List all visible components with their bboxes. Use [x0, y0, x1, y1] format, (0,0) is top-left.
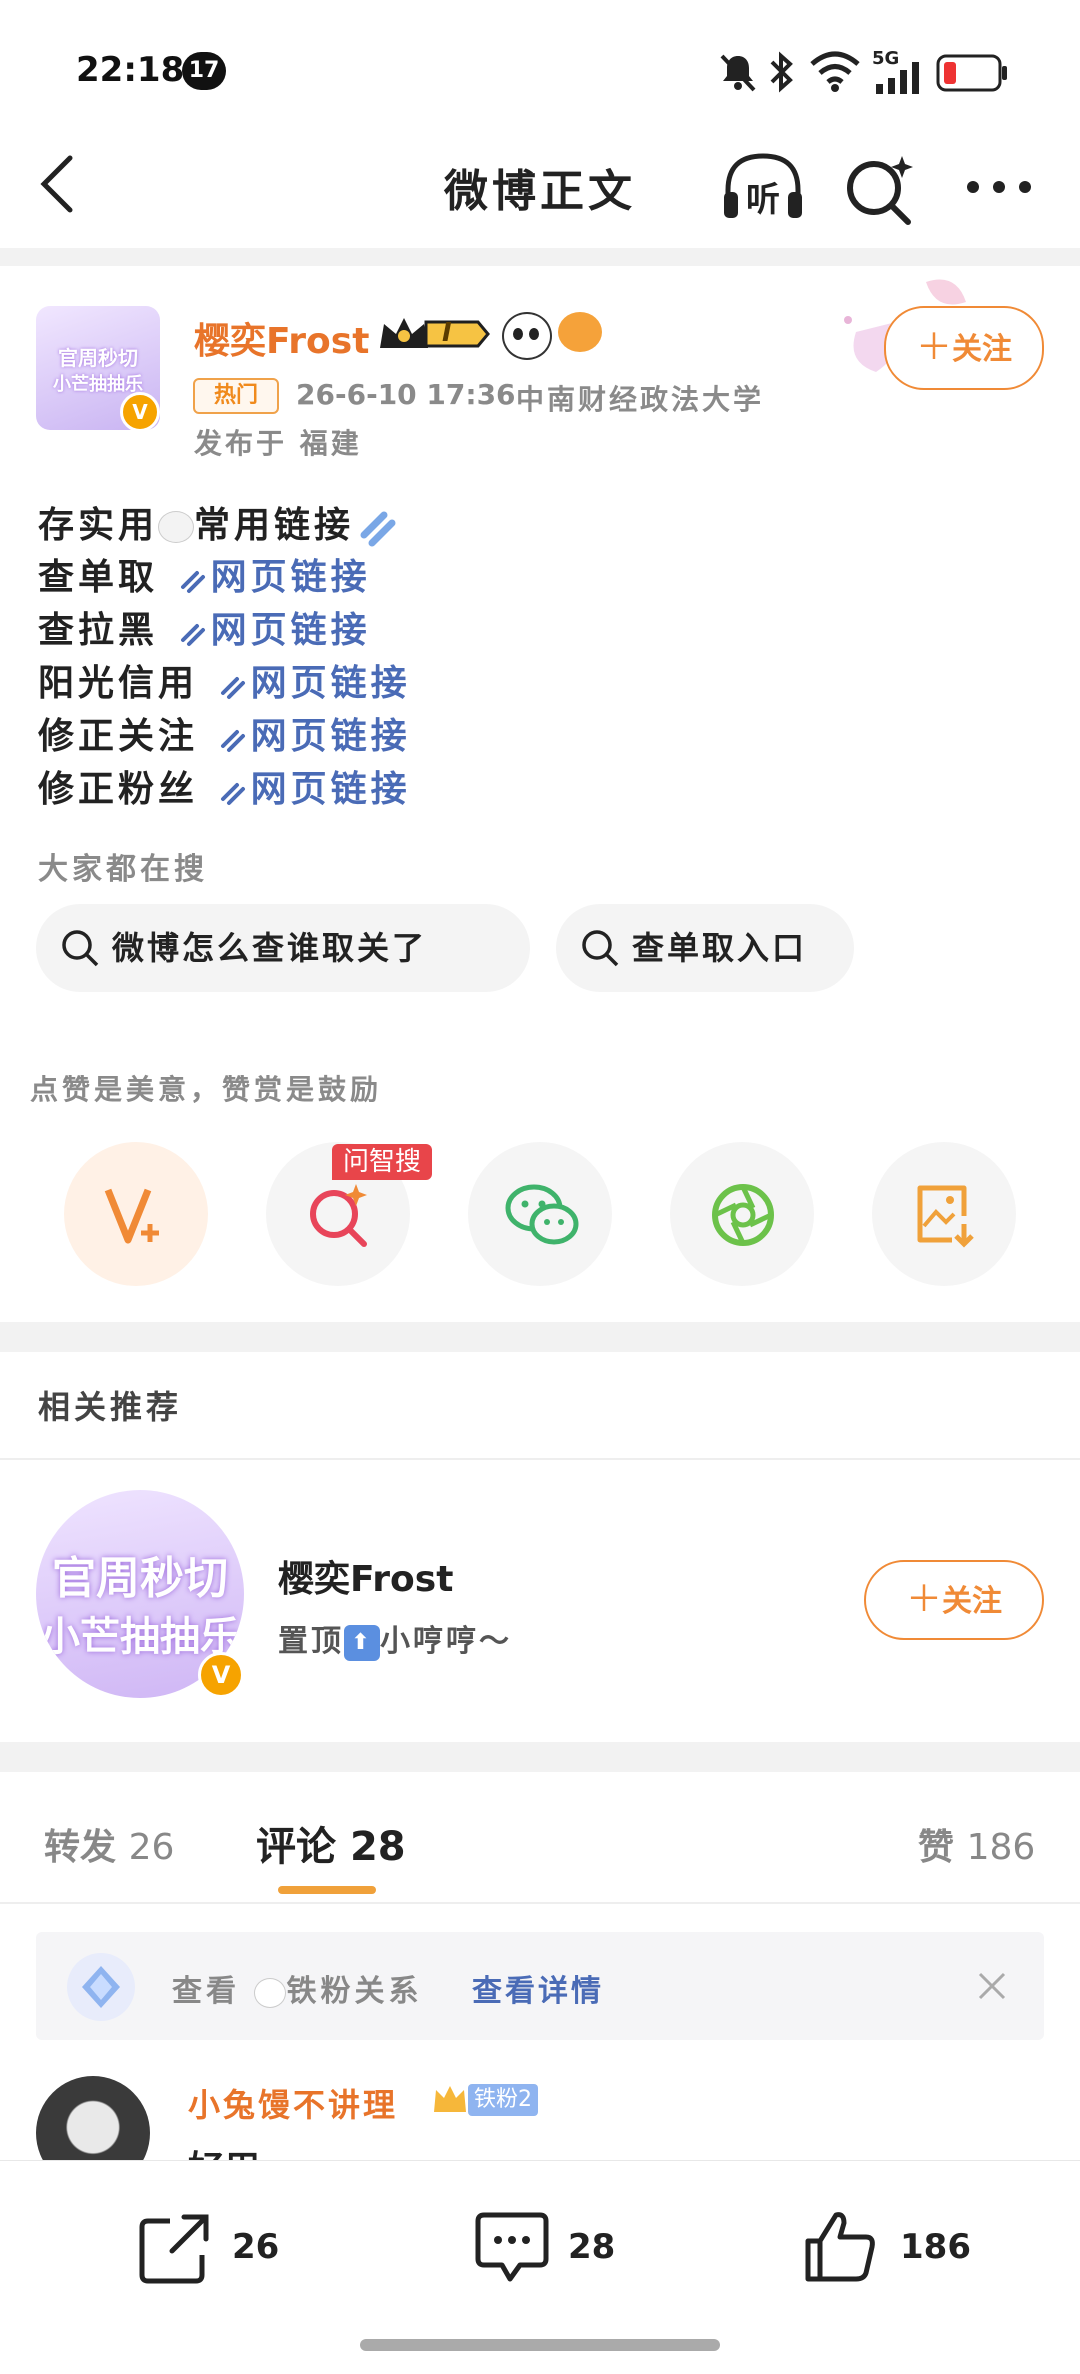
notification-count-badge: 17 — [182, 52, 226, 90]
web-link[interactable]: 网页链接 — [215, 716, 411, 757]
bluetooth-icon — [770, 51, 793, 93]
plus-icon: ＋ — [905, 1579, 942, 1620]
related-header: 相关推荐 — [38, 1388, 183, 1426]
verified-badge: V — [120, 392, 160, 432]
reward-button[interactable] — [64, 1142, 208, 1286]
share-icon — [139, 2214, 209, 2284]
listen-label: 听 — [746, 180, 780, 220]
post-line: 查单取 网页链接 — [38, 557, 371, 598]
link-icon — [180, 571, 205, 593]
fan-banner-text: 查看 铁粉关系 — [172, 1974, 423, 2009]
tab-likes[interactable]: 赞 186 — [918, 1818, 1035, 1870]
bottom-action-bar: 26 28 186 — [0, 2160, 1080, 2374]
author-school: 中南财经政法大学 — [516, 383, 765, 416]
fan-relation-banner[interactable]: 查看 铁粉关系 查看详情 — [36, 1932, 1044, 2040]
mute-bell-icon — [720, 54, 756, 92]
moments-share-button[interactable] — [670, 1142, 814, 1286]
author-name[interactable]: 樱奕Frost — [194, 312, 369, 364]
status-bar: 22:18 17 5G — [0, 0, 1080, 130]
diamond-icon — [67, 1953, 135, 2021]
commenter-name[interactable]: 小兔馒不讲理 — [188, 2080, 398, 2126]
close-icon[interactable] — [976, 1970, 1008, 2002]
divider — [0, 1458, 1080, 1460]
link-icon — [220, 783, 245, 805]
web-link[interactable]: 网页链接 — [215, 663, 411, 704]
post-line: 修正关注 网页链接 — [38, 716, 411, 757]
panda-emoji-icon — [158, 511, 195, 543]
wechat-icon — [505, 1184, 579, 1245]
panda-emoji-icon — [254, 1977, 287, 2008]
comment-button[interactable]: 28 — [472, 2205, 632, 2295]
listen-button[interactable]: 听 — [720, 150, 806, 224]
search-icon[interactable] — [842, 150, 918, 226]
moments-aperture-icon — [712, 1184, 774, 1246]
vplus-icon — [104, 1188, 159, 1244]
follow-button[interactable]: ＋关注 — [884, 306, 1044, 390]
wifi-icon — [810, 51, 860, 92]
wechat-share-button[interactable] — [468, 1142, 612, 1286]
signal-icon — [876, 62, 919, 94]
crown-level-icon — [380, 318, 490, 348]
post-line: 修正粉丝 网页链接 — [38, 769, 411, 810]
home-indicator[interactable] — [360, 2339, 720, 2351]
ai-search-badge: 问智搜 — [332, 1144, 432, 1180]
ai-search-icon — [310, 1184, 367, 1247]
web-link[interactable]: 网页链接 — [215, 769, 411, 810]
post-location: 发布于 福建 — [194, 427, 362, 460]
section-divider — [0, 1322, 1080, 1352]
comment-bubble-icon — [475, 2212, 549, 2282]
search-icon — [582, 930, 619, 967]
divider — [0, 1902, 1080, 1904]
post-line: 阳光信用 网页链接 — [38, 663, 411, 704]
hot-tag: 热门 — [193, 378, 279, 414]
pufferfish-emoji-icon — [558, 312, 602, 352]
repost-button[interactable]: 26 — [136, 2205, 296, 2295]
status-time: 22:18 — [76, 50, 185, 90]
search-icon — [62, 930, 99, 967]
search-chip[interactable]: 微博怎么查谁取关了 — [36, 904, 530, 992]
post-datetime: 26-6-10 17:36 — [296, 378, 516, 411]
trending-search-header: 大家都在搜 — [38, 852, 208, 887]
recommend-desc: 置顶 ⬆ 小哼哼～ — [278, 1624, 512, 1661]
section-divider — [0, 248, 1080, 266]
link-icon — [220, 730, 245, 752]
reward-prompt: 点赞是美意，赞赏是鼓励 — [30, 1073, 383, 1106]
save-image-button[interactable] — [872, 1142, 1016, 1286]
recommend-name[interactable]: 樱奕Frost — [278, 1550, 453, 1602]
post-title-line: 存实用 常用链接 — [38, 496, 408, 549]
iron-fan-badge: 铁粉2 — [430, 2080, 542, 2120]
tab-comments[interactable]: 评论 28 — [256, 1814, 406, 1872]
post-line: 查拉黑 网页链接 — [38, 610, 371, 651]
link-icon — [220, 677, 245, 699]
web-link[interactable]: 网页链接 — [175, 610, 371, 651]
like-button[interactable]: 186 — [800, 2205, 980, 2295]
section-divider — [0, 1742, 1080, 1772]
level-badge: I — [378, 314, 490, 354]
link-emoji-icon — [360, 511, 396, 547]
page-title: 微博正文 — [444, 166, 636, 217]
image-download-icon — [917, 1185, 974, 1248]
crown-icon — [434, 2086, 466, 2112]
verified-badge: V — [198, 1652, 244, 1698]
tab-repost[interactable]: 转发 26 — [44, 1818, 174, 1870]
thumbs-up-icon — [805, 2212, 875, 2282]
view-details-link[interactable]: 查看详情 — [472, 1966, 604, 2010]
battery-icon — [936, 54, 1007, 92]
panda-emoji-icon — [502, 312, 552, 360]
active-tab-indicator — [278, 1886, 376, 1894]
recommend-follow-button[interactable]: ＋关注 — [864, 1560, 1044, 1640]
more-icon[interactable] — [964, 172, 1034, 202]
plus-icon: ＋ — [915, 327, 952, 368]
top-arrow-icon: ⬆ — [344, 1624, 380, 1661]
web-link[interactable]: 网页链接 — [175, 557, 371, 598]
search-chip[interactable]: 查单取入口 — [556, 904, 854, 992]
link-icon — [180, 624, 205, 646]
